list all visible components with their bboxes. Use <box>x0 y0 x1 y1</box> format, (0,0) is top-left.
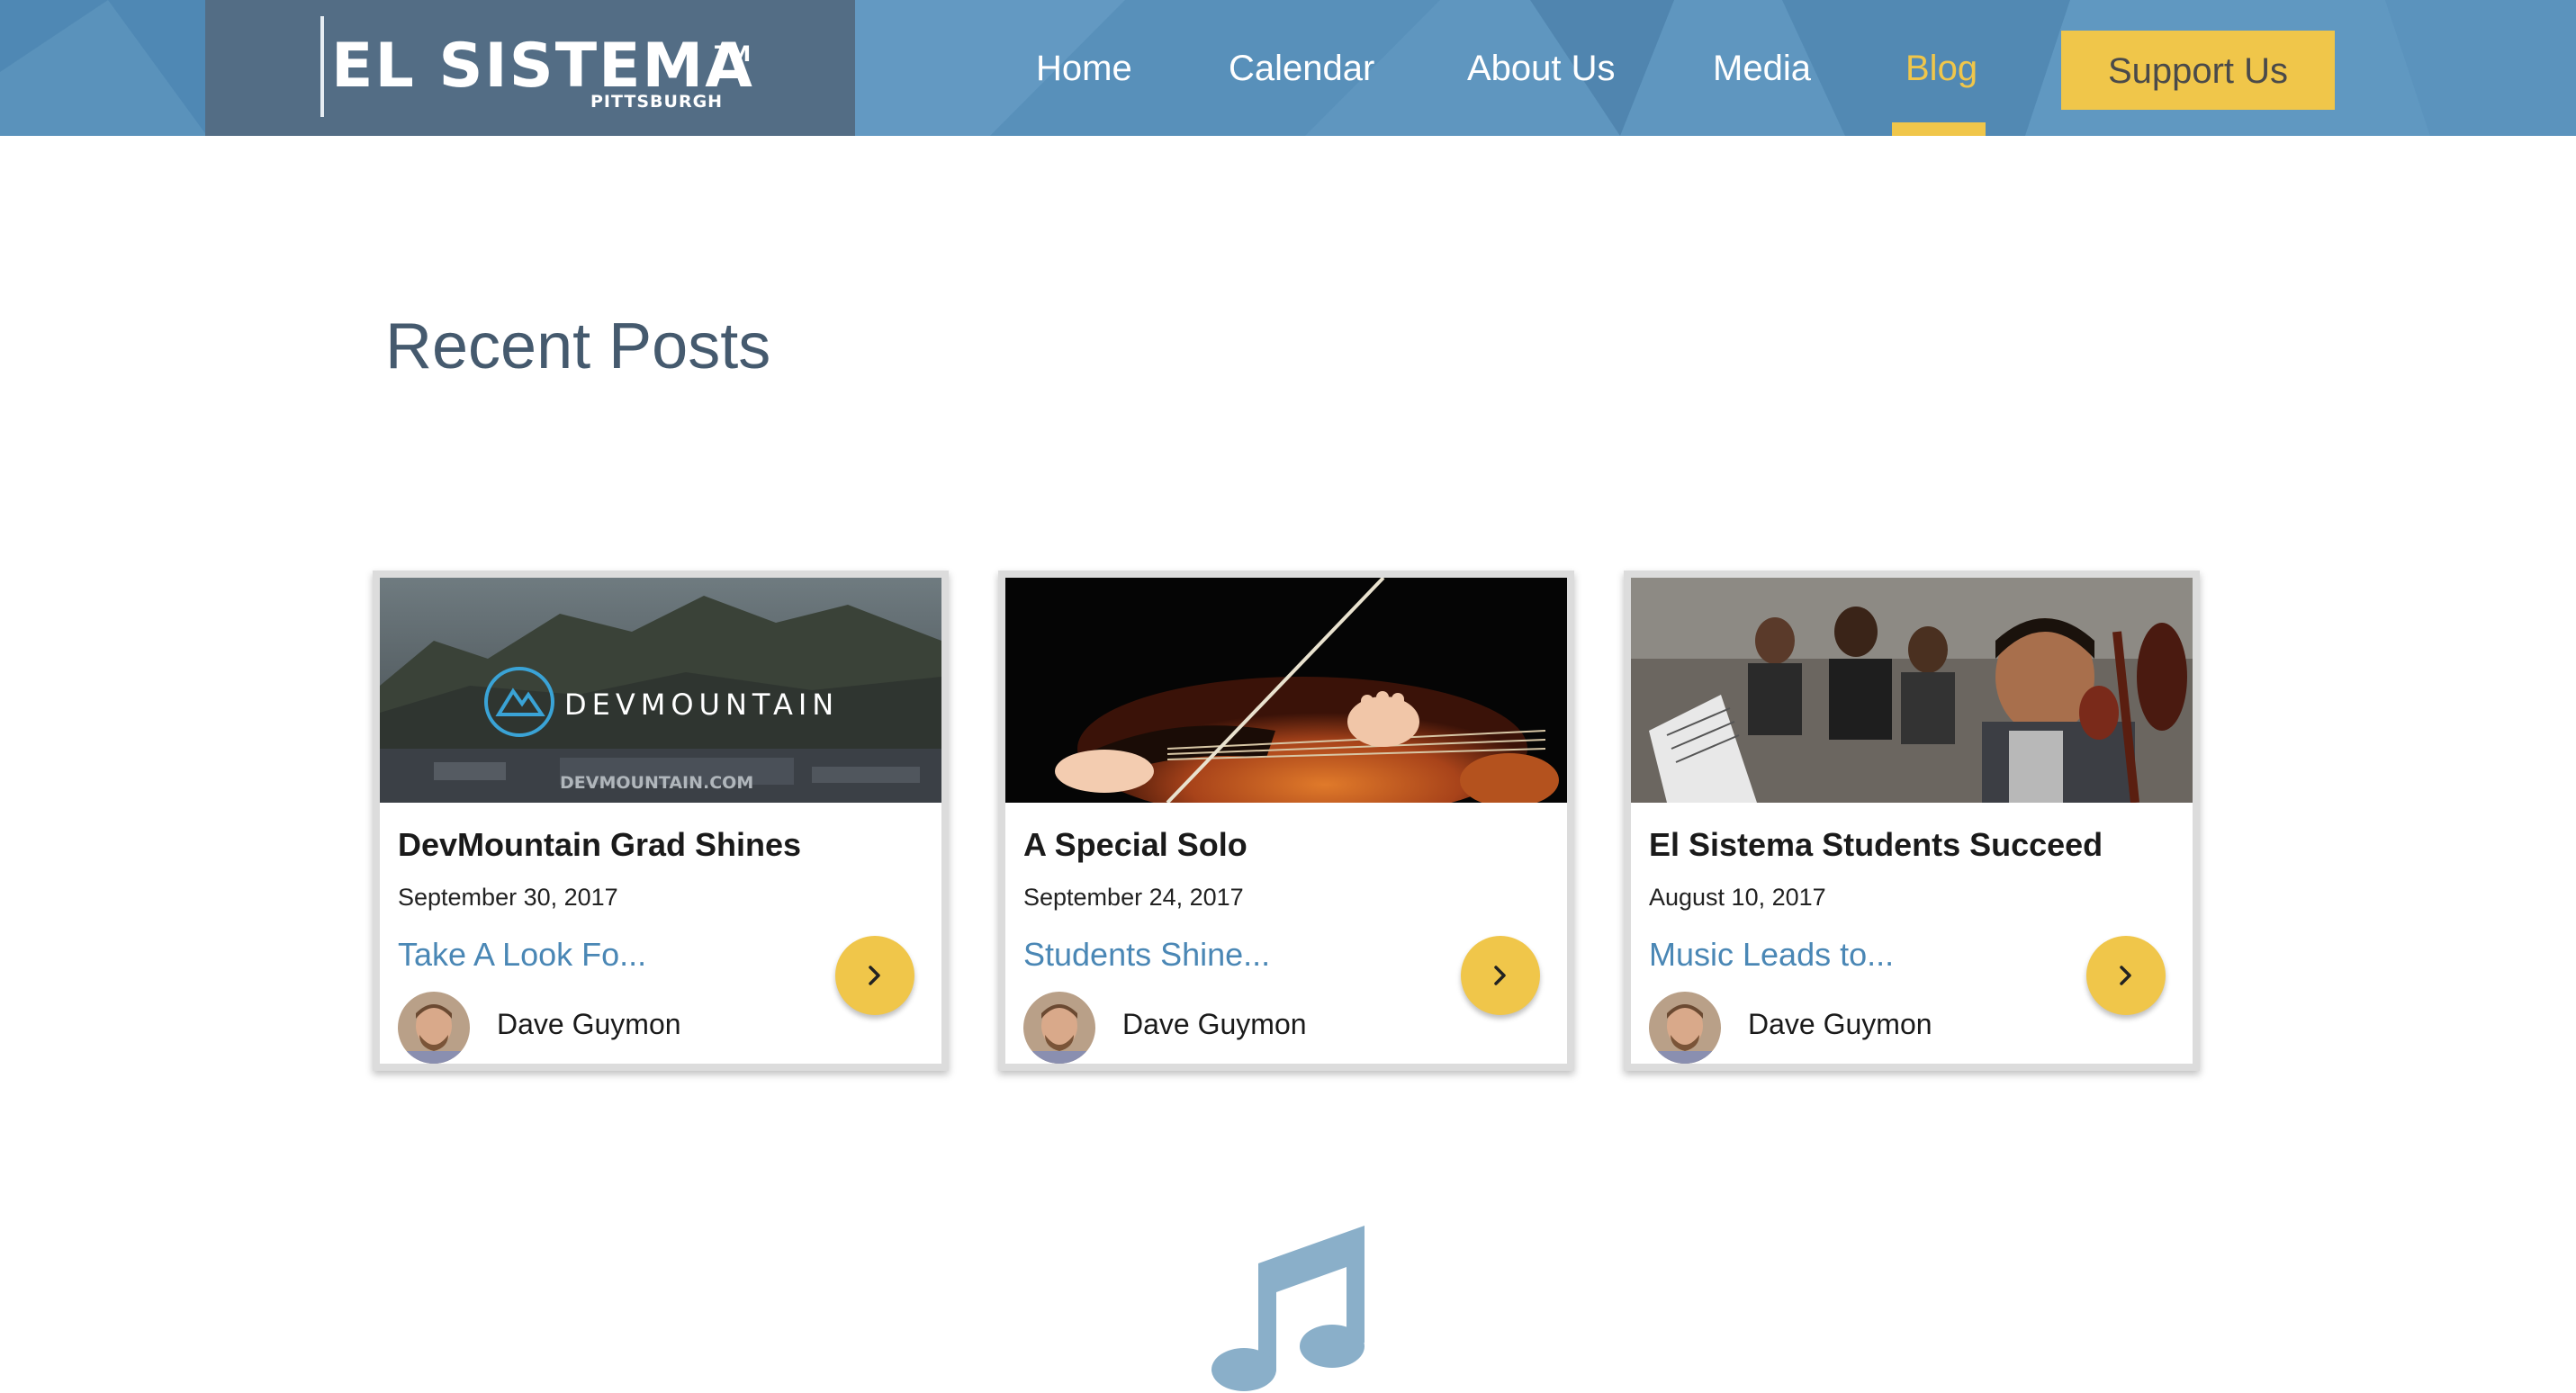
devmountain-url-text: DEVMOUNTAIN.COM <box>560 773 753 793</box>
devmountain-brand-text: DEVMOUNTAIN <box>564 688 839 722</box>
post-title[interactable]: El Sistema Students Succeed <box>1649 826 2103 864</box>
post-image[interactable] <box>1631 578 2193 803</box>
nav-blog[interactable]: Blog <box>1905 41 1977 95</box>
logo-subtitle: PITTSBURGH <box>590 92 724 112</box>
chevron-right-icon <box>2120 966 2131 985</box>
author-avatar <box>1649 992 1721 1064</box>
nav-calendar[interactable]: Calendar <box>1229 41 1374 95</box>
post-image[interactable] <box>1005 578 1567 803</box>
post-card[interactable]: El Sistema Students Succeed August 10, 2… <box>1624 571 2200 1071</box>
site-header: EL SISTEMA TM PITTSBURGH Home Calendar A… <box>0 0 2576 136</box>
post-date: September 30, 2017 <box>398 884 618 911</box>
post-date: August 10, 2017 <box>1649 884 1826 911</box>
author-name: Dave Guymon <box>1748 1008 1932 1040</box>
support-us-button[interactable]: Support Us <box>2061 31 2335 110</box>
author-name: Dave Guymon <box>497 1008 681 1040</box>
logo-trademark: TM <box>715 41 752 67</box>
logo-divider <box>320 16 324 117</box>
post-title[interactable]: DevMountain Grad Shines <box>398 826 801 864</box>
read-more-button[interactable] <box>835 936 914 1015</box>
author-avatar <box>398 992 470 1064</box>
read-more-button[interactable] <box>2086 936 2166 1015</box>
nav-active-indicator <box>1892 122 1986 136</box>
music-note-icon <box>1211 1226 1365 1391</box>
author-avatar <box>1023 992 1095 1064</box>
nav-about-us[interactable]: About Us <box>1467 41 1616 95</box>
read-more-button[interactable] <box>1461 936 1540 1015</box>
chevron-right-icon <box>1494 966 1506 985</box>
post-date: September 24, 2017 <box>1023 884 1244 911</box>
author-name: Dave Guymon <box>1122 1008 1307 1040</box>
page-title: Recent Posts <box>385 310 771 382</box>
post-excerpt[interactable]: Students Shine... <box>1023 936 1270 974</box>
nav-home[interactable]: Home <box>1036 41 1132 95</box>
logo[interactable]: EL SISTEMA TM PITTSBURGH <box>205 0 855 136</box>
post-title[interactable]: A Special Solo <box>1023 826 1247 864</box>
chevron-right-icon <box>869 966 880 985</box>
post-excerpt[interactable]: Music Leads to... <box>1649 936 1894 974</box>
post-excerpt[interactable]: Take A Look Fo... <box>398 936 646 974</box>
post-image[interactable]: DEVMOUNTAIN DEVMOUNTAIN.COM <box>380 578 941 803</box>
post-card[interactable]: A Special Solo September 24, 2017 Studen… <box>998 571 1574 1071</box>
post-card[interactable]: DEVMOUNTAIN DEVMOUNTAIN.COM DevMountain … <box>373 571 949 1071</box>
nav-media[interactable]: Media <box>1713 41 1811 95</box>
